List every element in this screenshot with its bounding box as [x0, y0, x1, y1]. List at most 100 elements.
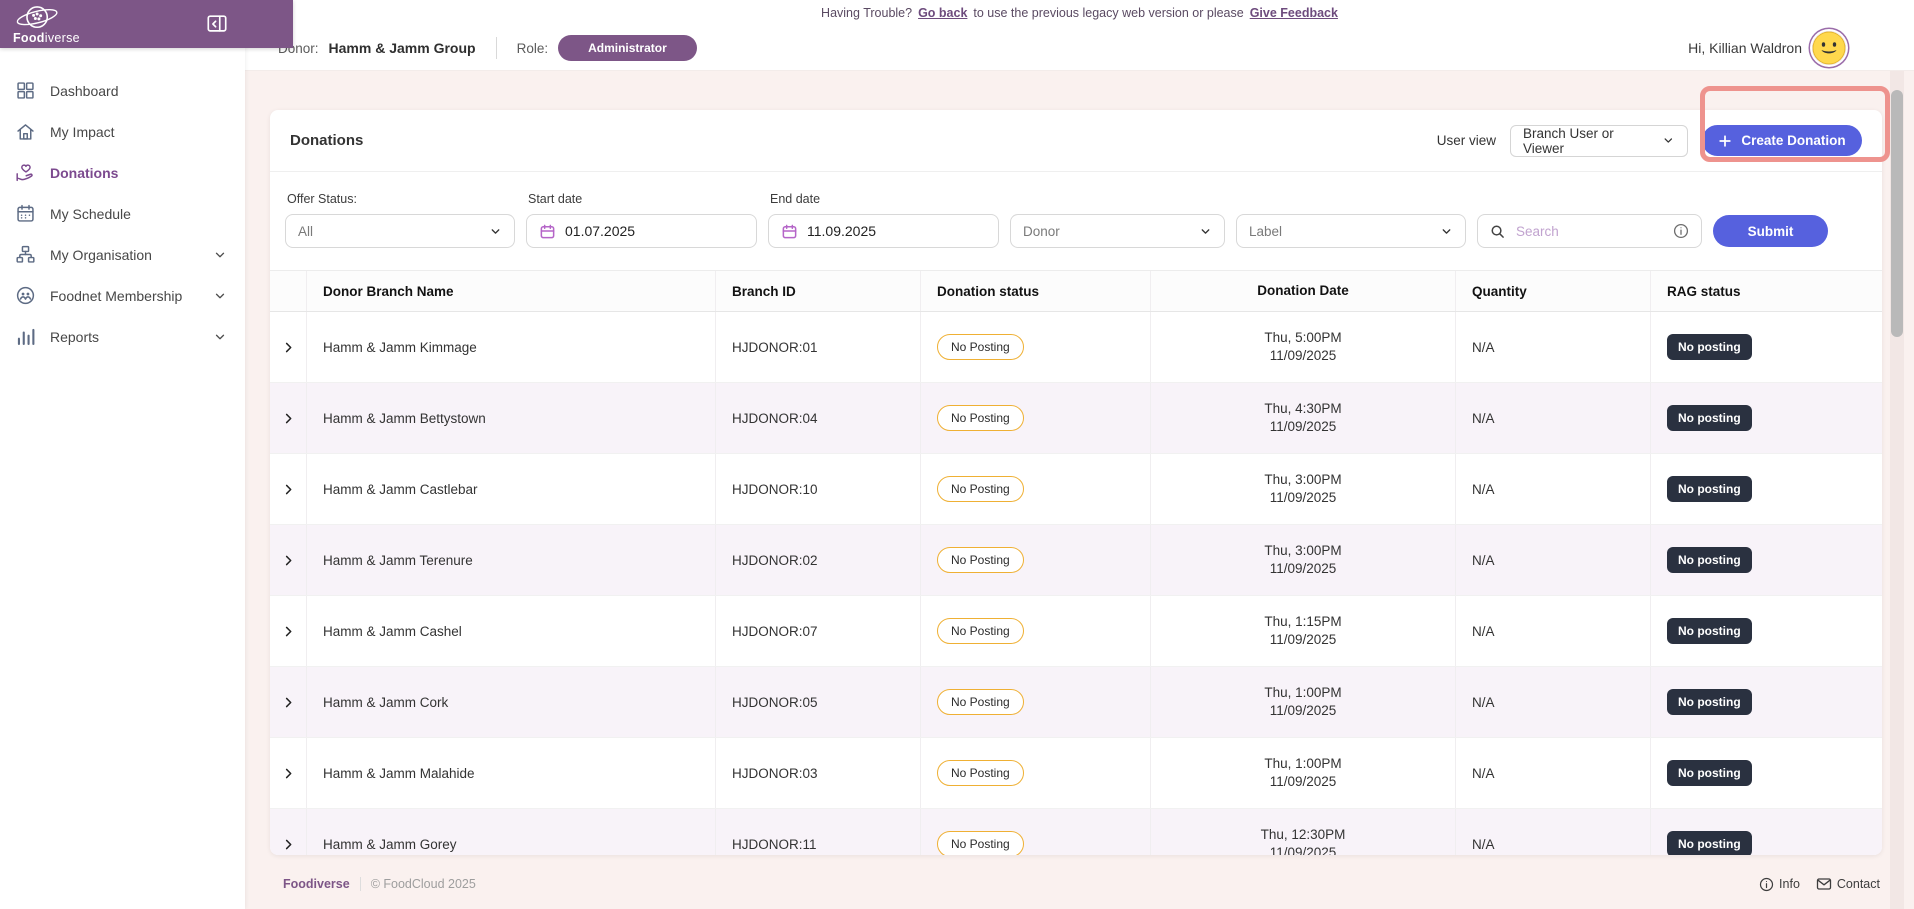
row-expand-icon[interactable] — [281, 553, 296, 568]
end-date-label: End date — [770, 192, 999, 207]
donor-select[interactable]: Donor — [1010, 214, 1225, 248]
legacy-banner: Having Trouble? Go back to use the previ… — [245, 0, 1914, 26]
column-header: RAG status — [1650, 271, 1882, 311]
branch-id: HJDONOR:03 — [715, 738, 920, 808]
donation-status-badge: No Posting — [937, 476, 1024, 502]
calendar-icon — [781, 223, 798, 240]
app-header: Foodiverse — [0, 0, 293, 48]
donor-branch-name: Hamm & Jamm Cork — [306, 667, 715, 737]
donor-branch-name: Hamm & Jamm Gorey — [306, 809, 715, 855]
donation-status-badge: No Posting — [937, 405, 1024, 431]
chevron-down-icon — [1662, 134, 1675, 147]
row-expand-icon[interactable] — [281, 482, 296, 497]
planet-logo-icon — [13, 3, 63, 33]
search-icon — [1490, 224, 1505, 239]
label-select[interactable]: Label — [1236, 214, 1466, 248]
donations-table: Donor Branch NameBranch IDDonation statu… — [270, 270, 1882, 855]
page-title: Donations — [290, 132, 363, 149]
impact-icon — [15, 121, 36, 142]
table-header-row: Donor Branch NameBranch IDDonation statu… — [270, 270, 1882, 312]
table-row: Hamm & Jamm CorkHJDONOR:05 No Posting Thu,… — [270, 666, 1882, 737]
table-row: Hamm & Jamm CashelHJDONOR:07No PostingTh… — [270, 595, 1882, 666]
donor-branch-name: Hamm & Jamm Castlebar — [306, 454, 715, 524]
sidebar-item-my-organisation[interactable]: My Organisation — [0, 234, 245, 275]
column-header: Donation Date — [1150, 271, 1455, 311]
quantity-value: N/A — [1455, 809, 1650, 855]
donation-date: Thu, 3:00PM11/09/2025 — [1150, 454, 1455, 524]
column-header-expand — [270, 271, 306, 311]
give-feedback-link[interactable]: Give Feedback — [1250, 6, 1338, 20]
go-back-link[interactable]: Go back — [918, 6, 967, 20]
row-expand-icon[interactable] — [281, 411, 296, 426]
end-date-input[interactable]: 11.09.2025 — [768, 214, 999, 248]
panel-header: Donations User view Branch User or Viewe… — [270, 110, 1882, 172]
create-donation-button[interactable]: Create Donation — [1702, 125, 1862, 156]
branch-id: HJDONOR:11 — [715, 809, 920, 855]
column-header: Donor Branch Name — [306, 271, 715, 311]
membership-icon — [15, 285, 36, 306]
donation-date: Thu, 4:30PM11/09/2025 — [1150, 383, 1455, 453]
rag-status-badge: No posting — [1667, 405, 1752, 431]
submit-button[interactable]: Submit — [1713, 215, 1828, 247]
info-link[interactable]: Info — [1759, 877, 1800, 892]
donations-icon — [15, 162, 36, 183]
divider — [360, 877, 361, 891]
row-expand-icon[interactable] — [281, 340, 296, 355]
rag-status-badge: No posting — [1667, 689, 1752, 715]
column-header: Quantity — [1455, 271, 1650, 311]
column-header: Donation status — [920, 271, 1150, 311]
footer: Foodiverse © FoodCloud 2025 Info Contact — [283, 874, 1880, 894]
sidebar-collapse-icon[interactable] — [206, 13, 228, 35]
donor-name: Hamm & Jamm Group — [329, 40, 476, 56]
sidebar-nav: Dashboard My Impact Donations My ScheduleMy… — [0, 70, 245, 357]
donation-date: Thu, 1:15PM11/09/2025 — [1150, 596, 1455, 666]
avatar[interactable] — [1812, 31, 1846, 65]
donation-status-badge: No Posting — [937, 831, 1024, 855]
sidebar: Dashboard My Impact Donations My ScheduleMy… — [0, 0, 245, 909]
branch-id: HJDONOR:05 — [715, 667, 920, 737]
chevron-down-icon — [213, 248, 227, 262]
donor-branch-name: Hamm & Jamm Kimmage — [306, 312, 715, 382]
donation-status-badge: No Posting — [937, 689, 1024, 715]
branch-id: HJDONOR:01 — [715, 312, 920, 382]
banner-text: Having Trouble? — [821, 6, 912, 20]
sidebar-item-reports[interactable]: Reports — [0, 316, 245, 357]
rag-status-badge: No posting — [1667, 760, 1752, 786]
quantity-value: N/A — [1455, 525, 1650, 595]
offer-status-select[interactable]: All — [285, 214, 515, 248]
row-expand-icon[interactable] — [281, 695, 296, 710]
rag-status-badge: No posting — [1667, 618, 1752, 644]
donation-date: Thu, 1:00PM11/09/2025 — [1150, 667, 1455, 737]
role-label: Role: — [517, 41, 549, 56]
chevron-down-icon — [1440, 225, 1453, 238]
branch-id: HJDONOR:04 — [715, 383, 920, 453]
branch-id: HJDONOR:10 — [715, 454, 920, 524]
sidebar-item-foodnet-membership[interactable]: Foodnet Membership — [0, 275, 245, 316]
role-badge: Administrator — [558, 35, 697, 61]
sidebar-item-my-schedule[interactable]: My Schedule — [0, 193, 245, 234]
user-view-select[interactable]: Branch User or Viewer — [1510, 125, 1688, 157]
sidebar-item-dashboard[interactable]: Dashboard — [0, 70, 245, 111]
info-icon[interactable] — [1673, 223, 1689, 239]
row-expand-icon[interactable] — [281, 766, 296, 781]
row-expand-icon[interactable] — [281, 624, 296, 639]
donation-status-badge: No Posting — [937, 334, 1024, 360]
donations-panel: Donations User view Branch User or Viewe… — [270, 110, 1882, 855]
scrollbar-thumb[interactable] — [1891, 90, 1903, 337]
user-bar: Donor: Hamm & Jamm Group Role: Administr… — [245, 26, 1914, 71]
start-date-input[interactable]: 01.07.2025 — [526, 214, 757, 248]
footer-copyright: © FoodCloud 2025 — [371, 877, 476, 891]
table-row: Hamm & Jamm TerenureHJDONOR:02No Posting… — [270, 524, 1882, 595]
sidebar-item-label: Donations — [50, 165, 118, 181]
contact-link[interactable]: Contact — [1816, 876, 1880, 892]
sidebar-item-label: Dashboard — [50, 83, 119, 99]
table-row: Hamm & Jamm MalahideHJDONOR:03No Posting… — [270, 737, 1882, 808]
branch-id: HJDONOR:02 — [715, 525, 920, 595]
quantity-value: N/A — [1455, 667, 1650, 737]
row-expand-icon[interactable] — [281, 837, 296, 852]
sidebar-item-donations[interactable]: Donations — [0, 152, 245, 193]
search-input[interactable] — [1514, 223, 1664, 240]
sidebar-item-my-impact[interactable]: My Impact — [0, 111, 245, 152]
donor-branch-name: Hamm & Jamm Bettystown — [306, 383, 715, 453]
chevron-down-icon — [213, 330, 227, 344]
